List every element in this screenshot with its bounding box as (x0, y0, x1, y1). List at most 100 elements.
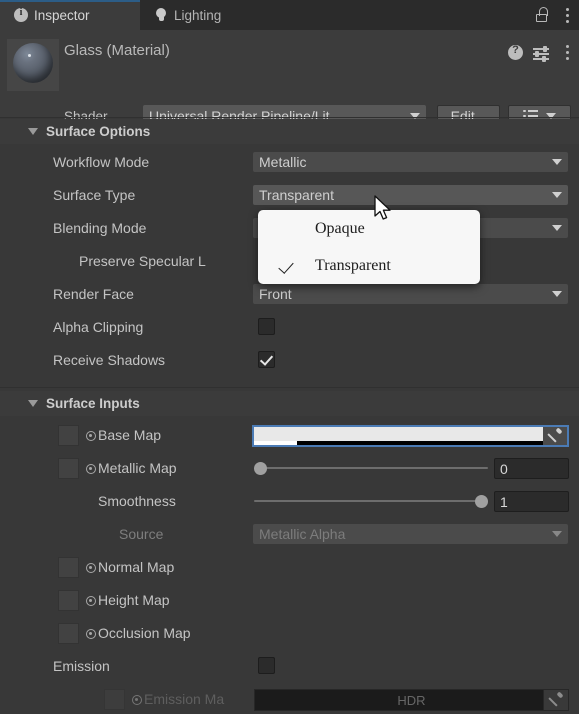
texture-slot-metallic-map[interactable] (58, 458, 79, 479)
texture-slot-emission-map[interactable] (104, 689, 125, 710)
check-icon (278, 258, 294, 274)
checkbox-alpha-clipping[interactable] (258, 318, 275, 335)
texture-slot-occlusion-map[interactable] (58, 623, 79, 644)
row-surface-type: Surface Type Transparent (0, 182, 579, 210)
chevron-down-icon (552, 225, 562, 231)
label-occlusion-map: Occlusion Map (98, 625, 191, 641)
label-height-map: Height Map (98, 592, 170, 608)
row-base-map: Base Map (0, 422, 579, 450)
section-surface-inputs-header[interactable]: Surface Inputs (0, 391, 579, 416)
numeric-field-smoothness[interactable]: 1 (494, 491, 569, 512)
property-selector-icon[interactable] (86, 596, 96, 606)
property-selector-icon[interactable] (86, 629, 96, 639)
label-workflow-mode: Workflow Mode (53, 154, 150, 170)
alpha-bar (254, 441, 543, 445)
slider-smoothness[interactable] (254, 493, 488, 509)
checkbox-emission[interactable] (258, 657, 275, 674)
slider-metallic[interactable] (254, 460, 488, 476)
row-smoothness: Smoothness 1 (0, 488, 579, 516)
row-height-map: Height Map (0, 587, 579, 615)
numeric-field-metallic-value: 0 (500, 460, 508, 477)
property-selector-icon[interactable] (86, 431, 96, 441)
mouse-pointer-cursor (374, 195, 394, 223)
section-surface-inputs-title: Surface Inputs (46, 396, 140, 411)
eyedropper-icon[interactable] (543, 427, 567, 445)
label-metallic-map: Metallic Map (98, 460, 177, 476)
section-surface-options-header[interactable]: Surface Options (0, 119, 579, 144)
chevron-down-icon (552, 291, 562, 297)
dropdown-source: Metallic Alpha (253, 524, 568, 544)
row-workflow-mode: Workflow Mode Metallic (0, 149, 579, 177)
chevron-down-icon (552, 159, 562, 165)
dropdown-workflow-mode-value: Metallic (259, 154, 307, 170)
popup-option-transparent[interactable]: Transparent (258, 247, 480, 284)
inspector-window: Inspector Lighting Glass (Material) Shad… (0, 0, 579, 714)
tab-lighting-label: Lighting (174, 7, 222, 23)
label-emission: Emission (53, 658, 110, 674)
texture-slot-base-map[interactable] (58, 425, 79, 446)
label-render-face: Render Face (53, 286, 134, 302)
numeric-field-smoothness-value: 1 (500, 493, 508, 510)
label-source: Source (119, 526, 164, 542)
dropdown-surface-type-value: Transparent (259, 187, 334, 203)
tab-bar: Inspector Lighting (0, 0, 579, 30)
color-field-base-map[interactable] (252, 425, 569, 447)
label-normal-map: Normal Map (98, 559, 175, 575)
page-title: Glass (Material) (64, 42, 170, 59)
divider (0, 387, 579, 388)
preset-settings-icon[interactable] (533, 46, 549, 62)
label-blending-mode: Blending Mode (53, 220, 147, 236)
property-selector-icon[interactable] (132, 695, 142, 705)
label-smoothness: Smoothness (98, 493, 176, 509)
popup-option-opaque[interactable]: Opaque (258, 210, 480, 247)
hdr-color-field-emission[interactable]: HDR (254, 689, 569, 711)
row-metallic-map: Metallic Map 0 (0, 455, 579, 483)
row-receive-shadows: Receive Shadows (0, 347, 579, 375)
chevron-down-icon (552, 192, 562, 198)
label-preserve-specular: Preserve Specular L (79, 253, 206, 269)
row-emission: Emission (0, 653, 579, 681)
dropdown-render-face-value: Front (259, 286, 292, 302)
chevron-down-icon (552, 531, 562, 537)
lightbulb-icon (154, 8, 168, 22)
material-header: Glass (Material) Shader Universal Render… (0, 30, 579, 127)
surface-type-dropdown-popup: Opaque Transparent (258, 210, 480, 284)
row-occlusion-map: Occlusion Map (0, 620, 579, 648)
chevron-down-icon (28, 128, 38, 135)
label-base-map: Base Map (98, 427, 162, 443)
checkbox-receive-shadows[interactable] (258, 351, 275, 368)
tab-inspector-label: Inspector (34, 7, 90, 23)
row-normal-map: Normal Map (0, 554, 579, 582)
texture-slot-height-map[interactable] (58, 590, 79, 611)
hdr-badge: HDR (397, 692, 426, 708)
dropdown-render-face[interactable]: Front (253, 284, 568, 304)
eyedropper-icon[interactable] (543, 690, 568, 710)
tab-inspector[interactable]: Inspector (0, 0, 140, 30)
label-emission-map: Emission Ma (144, 691, 225, 707)
divider (0, 117, 579, 118)
dropdown-workflow-mode[interactable]: Metallic (253, 152, 568, 172)
popup-option-opaque-label: Opaque (315, 219, 365, 237)
property-selector-icon[interactable] (86, 464, 96, 474)
section-surface-options-title: Surface Options (46, 124, 151, 139)
dropdown-source-value: Metallic Alpha (259, 526, 346, 542)
unlock-icon[interactable] (535, 7, 549, 23)
label-receive-shadows: Receive Shadows (53, 352, 166, 368)
dropdown-surface-type[interactable]: Transparent (253, 185, 568, 205)
material-properties-panel: Surface Options Workflow Mode Metallic S… (0, 119, 579, 714)
numeric-field-metallic[interactable]: 0 (494, 458, 569, 479)
label-alpha-clipping: Alpha Clipping (53, 319, 144, 335)
label-surface-type: Surface Type (53, 187, 136, 203)
row-render-face: Render Face Front (0, 281, 579, 309)
texture-slot-normal-map[interactable] (58, 557, 79, 578)
tab-lighting[interactable]: Lighting (140, 0, 270, 30)
help-icon[interactable] (508, 44, 523, 60)
row-source: Source Metallic Alpha (0, 521, 579, 549)
info-icon (14, 7, 28, 22)
kebab-menu-icon[interactable] (566, 8, 569, 23)
popup-option-transparent-label: Transparent (315, 256, 391, 274)
material-kebab-menu-icon[interactable] (566, 45, 569, 60)
material-sphere-preview (7, 39, 59, 91)
chevron-down-icon (28, 400, 38, 407)
property-selector-icon[interactable] (86, 563, 96, 573)
